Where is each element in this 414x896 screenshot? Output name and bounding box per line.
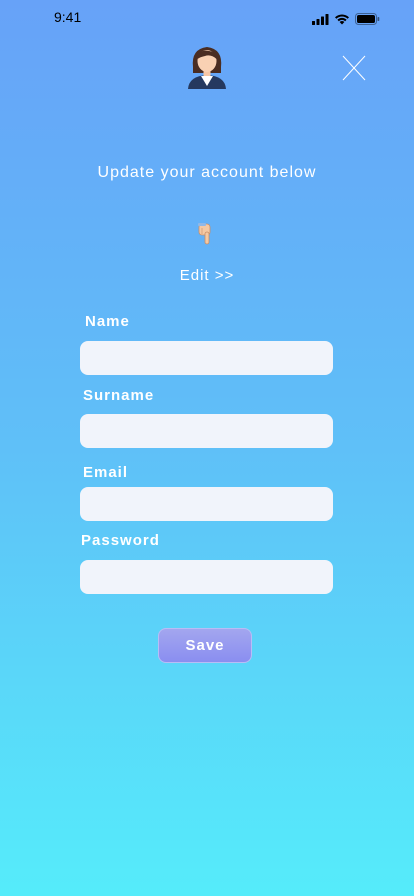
email-label: Email bbox=[83, 464, 129, 481]
page-headline: Update your account below bbox=[97, 164, 317, 181]
pointing-down-hand-icon bbox=[198, 223, 211, 245]
battery-icon bbox=[355, 13, 380, 25]
status-time: 9:41 bbox=[54, 9, 82, 25]
name-field[interactable] bbox=[80, 341, 333, 375]
edit-link[interactable]: Edit >> bbox=[0, 267, 414, 284]
close-icon[interactable] bbox=[341, 54, 367, 82]
woman-avatar-icon bbox=[188, 47, 226, 89]
surname-label: Surname bbox=[83, 387, 155, 404]
email-field[interactable] bbox=[80, 487, 333, 521]
password-label: Password bbox=[81, 532, 160, 549]
status-bar: 9:41 bbox=[0, 0, 414, 34]
name-label: Name bbox=[85, 313, 130, 330]
account-update-screen: 9:41 Update your account below Edit >> N… bbox=[0, 0, 414, 896]
save-button[interactable]: Save bbox=[158, 628, 252, 663]
signal-icon bbox=[312, 13, 329, 25]
surname-field[interactable] bbox=[80, 414, 333, 448]
status-icons bbox=[312, 13, 380, 25]
wifi-icon bbox=[335, 14, 349, 25]
password-field[interactable] bbox=[80, 560, 333, 594]
